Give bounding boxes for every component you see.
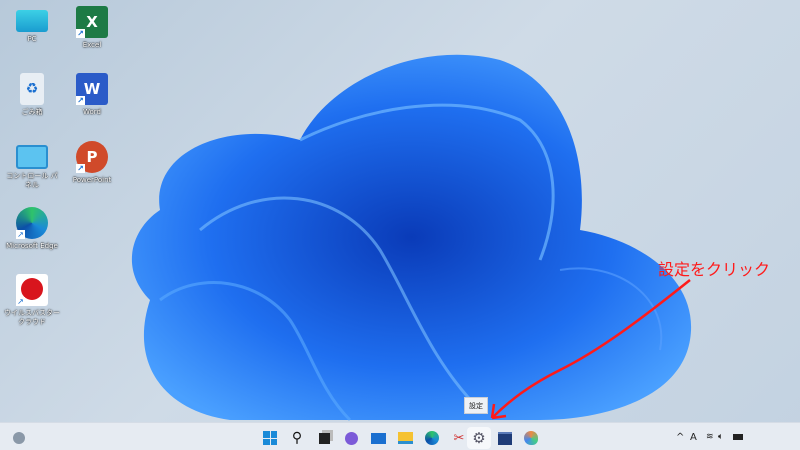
chat-button[interactable] bbox=[340, 427, 362, 449]
wifi-icon[interactable]: ≋ bbox=[706, 432, 714, 442]
settings-tooltip: 設定 bbox=[464, 397, 488, 414]
desktop-icon-powerpoint[interactable]: P ↗ PowerPoint bbox=[64, 141, 120, 185]
battery-icon[interactable] bbox=[733, 434, 743, 440]
search-icon: ⚲ bbox=[291, 430, 303, 446]
edge-icon bbox=[425, 431, 439, 445]
powerpoint-icon: P ↗ bbox=[76, 141, 108, 173]
chat-icon bbox=[344, 431, 358, 445]
start-button[interactable] bbox=[259, 427, 281, 449]
desktop-icon-pc[interactable]: PC bbox=[4, 6, 60, 44]
task-view-button[interactable] bbox=[313, 427, 335, 449]
store-icon bbox=[498, 431, 512, 445]
tray-chevron-icon[interactable]: ^ bbox=[676, 432, 684, 443]
taskbar: ⚲ ✂ ⚙ ^ A ≋ 🔈︎ bbox=[0, 422, 800, 450]
edge-taskbar-button[interactable] bbox=[421, 427, 443, 449]
snipping-tool-icon: ✂ bbox=[453, 430, 465, 446]
windows-icon bbox=[263, 431, 277, 445]
desktop-icon-word[interactable]: W ↗ Word bbox=[64, 73, 120, 117]
control-panel-icon bbox=[16, 145, 48, 169]
settings-button[interactable]: ⚙ bbox=[467, 427, 491, 449]
desktop-icon-virus-buster[interactable]: ↗ ウイルスバスター クラウド bbox=[4, 274, 60, 327]
task-view-icon bbox=[318, 432, 330, 444]
edge-icon: ↗ bbox=[16, 207, 48, 239]
annotation-text: 設定をクリック bbox=[658, 260, 771, 279]
mail-icon bbox=[370, 432, 386, 444]
store-button[interactable] bbox=[494, 427, 516, 449]
search-button[interactable]: ⚲ bbox=[286, 427, 308, 449]
desktop-icon-edge[interactable]: ↗ Microsoft Edge bbox=[4, 207, 60, 251]
desktop-icon-control-panel[interactable]: コントロール パネル bbox=[4, 141, 60, 190]
pc-icon bbox=[16, 10, 48, 32]
wallpaper-bloom bbox=[131, 54, 692, 422]
mail-button[interactable] bbox=[367, 427, 389, 449]
widgets-icon bbox=[13, 432, 25, 444]
gear-icon: ⚙ bbox=[472, 429, 486, 447]
recycle-bin-icon: ♻ bbox=[20, 73, 44, 105]
virus-buster-icon: ↗ bbox=[16, 274, 48, 306]
widgets-button[interactable] bbox=[8, 427, 30, 449]
excel-icon: X ↗ bbox=[76, 6, 108, 38]
paint-button[interactable] bbox=[520, 427, 542, 449]
file-explorer-button[interactable] bbox=[394, 427, 416, 449]
paint-icon bbox=[524, 431, 538, 445]
desktop-icon-recycle-bin[interactable]: ♻ ごみ箱 bbox=[4, 73, 60, 117]
folder-icon bbox=[397, 432, 413, 444]
desktop-icon-excel[interactable]: X ↗ Excel bbox=[64, 6, 120, 50]
ime-indicator[interactable]: A bbox=[690, 432, 697, 443]
volume-icon[interactable]: 🔈︎ bbox=[718, 432, 723, 442]
word-icon: W ↗ bbox=[76, 73, 108, 105]
